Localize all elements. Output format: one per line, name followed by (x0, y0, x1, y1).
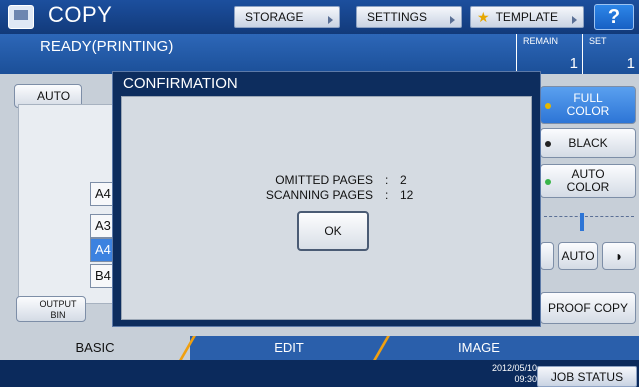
density-lighter-button[interactable] (540, 242, 554, 270)
density-scale (544, 213, 634, 234)
auto-color-label-2: COLOR (566, 180, 610, 194)
remain-label: REMAIN (523, 36, 559, 46)
black-label: BLACK (568, 136, 608, 150)
status-bar: READY(PRINTING) REMAIN 1 SET 1 (0, 34, 639, 74)
tab-image[interactable]: IMAGE (386, 336, 572, 360)
output-bin-label-2: BIN (50, 310, 66, 320)
separator: : (385, 173, 389, 187)
job-status-button[interactable]: JOB STATUS (537, 366, 637, 387)
arrow-right-icon (450, 16, 455, 24)
color-dot-icon (545, 103, 551, 109)
time-text: 09:30 (514, 374, 538, 384)
auto-color-dot-icon (545, 179, 551, 185)
remain-counter: REMAIN 1 (516, 34, 582, 74)
full-color-label-2: COLOR (566, 104, 610, 118)
separator: : (385, 188, 389, 202)
scanning-pages-label: SCANNING PAGES (265, 188, 373, 202)
tab-edit[interactable]: EDIT (196, 336, 382, 360)
scanning-pages-value: 12 (400, 188, 414, 202)
top-bar: COPY STORAGE SETTINGS ★ TEMPLATE ? (0, 0, 639, 34)
help-button[interactable]: ? (594, 4, 634, 30)
density-auto-label: AUTO (561, 249, 595, 263)
copy-icon (8, 5, 34, 29)
output-bin-button[interactable]: OUTPUT BIN (16, 296, 86, 322)
dialog-body: OMITTED PAGES : 2 SCANNING PAGES : 12 OK (121, 96, 532, 320)
dialog-title: CONFIRMATION (123, 75, 238, 92)
black-dot-icon (545, 141, 551, 147)
template-button[interactable]: ★ TEMPLATE (470, 6, 584, 28)
date-text: 2012/05/10 (492, 363, 538, 373)
set-label: SET (589, 36, 607, 46)
storage-button[interactable]: STORAGE (234, 6, 340, 28)
full-color-button[interactable]: FULL COLOR (540, 86, 636, 124)
datetime: 2012/05/10 09:30 (492, 363, 537, 385)
status-text: READY(PRINTING) (40, 38, 174, 55)
density-darker-button[interactable]: ◗ (602, 242, 636, 270)
density-indicator (580, 213, 584, 231)
output-bin-label-1: OUTPUT (39, 299, 77, 309)
black-button[interactable]: BLACK (540, 128, 636, 158)
settings-button[interactable]: SETTINGS (356, 6, 462, 28)
omitted-pages-value: 2 (400, 173, 407, 187)
remain-value: 1 (569, 55, 578, 72)
auto-color-button[interactable]: AUTO COLOR (540, 164, 636, 198)
tab-bar: BASIC EDIT IMAGE (0, 336, 639, 360)
proof-copy-label: PROOF COPY (547, 301, 628, 315)
ok-button[interactable]: OK (297, 211, 369, 251)
app-title: COPY (48, 2, 113, 27)
settings-label: SETTINGS (367, 10, 428, 24)
tab-basic[interactable]: BASIC (0, 336, 190, 360)
omitted-pages-label: OMITTED PAGES (275, 173, 373, 187)
density-auto-button[interactable]: AUTO (558, 242, 598, 270)
arrow-right-icon (328, 16, 333, 24)
star-icon: ★ (477, 8, 490, 25)
template-label: TEMPLATE (495, 10, 559, 24)
proof-copy-button[interactable]: PROOF COPY (540, 292, 636, 324)
arrow-right-icon (572, 16, 577, 24)
storage-label: STORAGE (245, 10, 304, 24)
set-value: 1 (626, 55, 635, 72)
auto-paper-label: AUTO (37, 89, 71, 103)
half-circle-icon: ◗ (614, 248, 624, 264)
confirmation-dialog: CONFIRMATION OMITTED PAGES : 2 SCANNING … (112, 71, 541, 327)
set-counter: SET 1 (582, 34, 639, 74)
